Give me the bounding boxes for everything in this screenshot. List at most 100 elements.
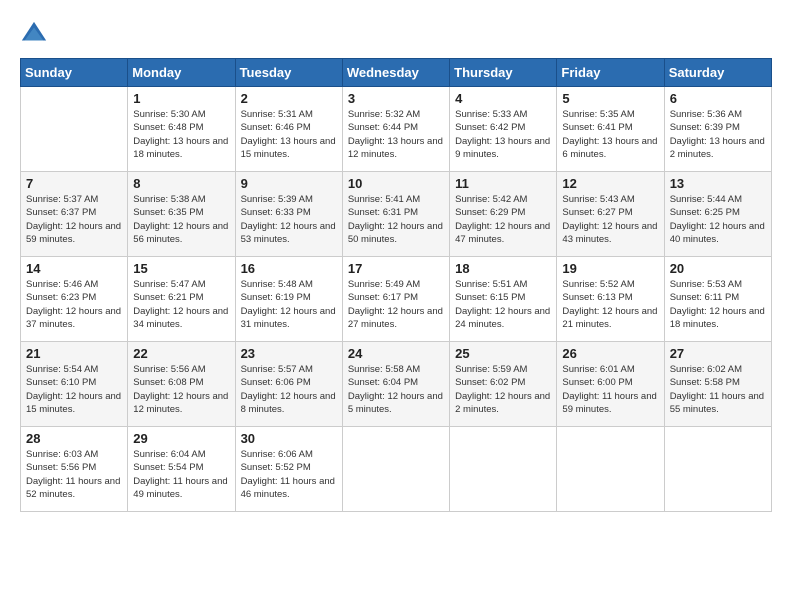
calendar-header-row: SundayMondayTuesdayWednesdayThursdayFrid… — [21, 59, 772, 87]
calendar-cell: 16Sunrise: 5:48 AMSunset: 6:19 PMDayligh… — [235, 257, 342, 342]
calendar-header-tuesday: Tuesday — [235, 59, 342, 87]
calendar-cell: 27 Sunrise: 6:02 AMSunset: 5:58 PMDayligh… — [664, 342, 771, 427]
day-number: 10 — [348, 176, 444, 191]
calendar-cell: 29 Sunrise: 6:04 AMSunset: 5:54 PMDayligh… — [128, 427, 235, 512]
day-number: 22 — [133, 346, 229, 361]
day-info: Sunrise: 5:47 AMSunset: 6:21 PMDaylight:… — [133, 278, 229, 331]
calendar-cell: 14Sunrise: 5:46 AMSunset: 6:23 PMDayligh… — [21, 257, 128, 342]
calendar-header-saturday: Saturday — [664, 59, 771, 87]
calendar-cell — [450, 427, 557, 512]
day-info: Sunrise: 5:31 AMSunset: 6:46 PMDaylight:… — [241, 108, 337, 161]
day-info: Sunrise: 5:49 AMSunset: 6:17 PMDaylight:… — [348, 278, 444, 331]
calendar-cell: 7 Sunrise: 5:37 AMSunset: 6:37 PMDaylight… — [21, 172, 128, 257]
calendar-cell: 15 Sunrise: 5:47 AMSunset: 6:21 PMDayligh… — [128, 257, 235, 342]
day-number: 2 — [241, 91, 337, 106]
calendar-cell: 8 Sunrise: 5:38 AMSunset: 6:35 PMDaylight… — [128, 172, 235, 257]
day-info: Sunrise: 5:59 AMSunset: 6:02 PMDaylight:… — [455, 363, 551, 416]
day-info: Sunrise: 5:43 AMSunset: 6:27 PMDaylight:… — [562, 193, 658, 246]
day-number: 29 — [133, 431, 229, 446]
calendar-header-monday: Monday — [128, 59, 235, 87]
calendar-cell — [557, 427, 664, 512]
day-number: 6 — [670, 91, 766, 106]
day-info: Sunrise: 5:41 AMSunset: 6:31 PMDaylight:… — [348, 193, 444, 246]
day-info: Sunrise: 5:30 AMSunset: 6:48 PMDaylight:… — [133, 108, 229, 161]
day-number: 28 — [26, 431, 122, 446]
calendar-week-row: 14Sunrise: 5:46 AMSunset: 6:23 PMDayligh… — [21, 257, 772, 342]
calendar-cell: 12Sunrise: 5:43 AMSunset: 6:27 PMDayligh… — [557, 172, 664, 257]
calendar-table: SundayMondayTuesdayWednesdayThursdayFrid… — [20, 58, 772, 512]
calendar-cell: 2 Sunrise: 5:31 AMSunset: 6:46 PMDaylight… — [235, 87, 342, 172]
calendar-week-row: 28 Sunrise: 6:03 AMSunset: 5:56 PMDayligh… — [21, 427, 772, 512]
day-number: 15 — [133, 261, 229, 276]
day-number: 14 — [26, 261, 122, 276]
calendar-cell: 20 Sunrise: 5:53 AMSunset: 6:11 PMDayligh… — [664, 257, 771, 342]
day-number: 21 — [26, 346, 122, 361]
calendar-cell: 22 Sunrise: 5:56 AMSunset: 6:08 PMDayligh… — [128, 342, 235, 427]
day-info: Sunrise: 5:38 AMSunset: 6:35 PMDaylight:… — [133, 193, 229, 246]
calendar-cell: 25 Sunrise: 5:59 AMSunset: 6:02 PMDayligh… — [450, 342, 557, 427]
day-number: 17 — [348, 261, 444, 276]
calendar-cell: 6 Sunrise: 5:36 AMSunset: 6:39 PMDaylight… — [664, 87, 771, 172]
day-number: 30 — [241, 431, 337, 446]
calendar-cell: 19 Sunrise: 5:52 AMSunset: 6:13 PMDayligh… — [557, 257, 664, 342]
day-number: 5 — [562, 91, 658, 106]
day-info: Sunrise: 5:44 AMSunset: 6:25 PMDaylight:… — [670, 193, 766, 246]
calendar-header-wednesday: Wednesday — [342, 59, 449, 87]
day-number: 8 — [133, 176, 229, 191]
calendar-cell: 13 Sunrise: 5:44 AMSunset: 6:25 PMDayligh… — [664, 172, 771, 257]
day-info: Sunrise: 5:56 AMSunset: 6:08 PMDaylight:… — [133, 363, 229, 416]
day-info: Sunrise: 5:42 AMSunset: 6:29 PMDaylight:… — [455, 193, 551, 246]
day-number: 25 — [455, 346, 551, 361]
day-number: 27 — [670, 346, 766, 361]
calendar-cell: 18 Sunrise: 5:51 AMSunset: 6:15 PMDayligh… — [450, 257, 557, 342]
day-info: Sunrise: 5:37 AMSunset: 6:37 PMDaylight:… — [26, 193, 122, 246]
day-number: 11 — [455, 176, 551, 191]
calendar-cell: 30 Sunrise: 6:06 AMSunset: 5:52 PMDayligh… — [235, 427, 342, 512]
calendar-cell — [342, 427, 449, 512]
day-info: Sunrise: 6:06 AMSunset: 5:52 PMDaylight:… — [241, 448, 337, 501]
calendar-week-row: 21Sunrise: 5:54 AMSunset: 6:10 PMDayligh… — [21, 342, 772, 427]
day-number: 24 — [348, 346, 444, 361]
day-info: Sunrise: 5:52 AMSunset: 6:13 PMDaylight:… — [562, 278, 658, 331]
day-info: Sunrise: 5:33 AMSunset: 6:42 PMDaylight:… — [455, 108, 551, 161]
day-number: 7 — [26, 176, 122, 191]
calendar-header-friday: Friday — [557, 59, 664, 87]
page-header — [20, 20, 772, 48]
day-info: Sunrise: 5:36 AMSunset: 6:39 PMDaylight:… — [670, 108, 766, 161]
calendar-cell: 9Sunrise: 5:39 AMSunset: 6:33 PMDaylight… — [235, 172, 342, 257]
calendar-week-row: 7 Sunrise: 5:37 AMSunset: 6:37 PMDaylight… — [21, 172, 772, 257]
day-info: Sunrise: 6:01 AMSunset: 6:00 PMDaylight:… — [562, 363, 658, 416]
day-number: 1 — [133, 91, 229, 106]
calendar-cell — [21, 87, 128, 172]
calendar-cell: 28 Sunrise: 6:03 AMSunset: 5:56 PMDayligh… — [21, 427, 128, 512]
day-info: Sunrise: 6:03 AMSunset: 5:56 PMDaylight:… — [26, 448, 122, 501]
day-info: Sunrise: 6:02 AMSunset: 5:58 PMDaylight:… — [670, 363, 766, 416]
day-info: Sunrise: 5:51 AMSunset: 6:15 PMDaylight:… — [455, 278, 551, 331]
calendar-cell: 1 Sunrise: 5:30 AMSunset: 6:48 PMDaylight… — [128, 87, 235, 172]
day-info: Sunrise: 6:04 AMSunset: 5:54 PMDaylight:… — [133, 448, 229, 501]
day-number: 4 — [455, 91, 551, 106]
calendar-header-thursday: Thursday — [450, 59, 557, 87]
calendar-cell: 24 Sunrise: 5:58 AMSunset: 6:04 PMDayligh… — [342, 342, 449, 427]
day-number: 20 — [670, 261, 766, 276]
calendar-week-row: 1 Sunrise: 5:30 AMSunset: 6:48 PMDaylight… — [21, 87, 772, 172]
day-info: Sunrise: 5:58 AMSunset: 6:04 PMDaylight:… — [348, 363, 444, 416]
day-info: Sunrise: 5:48 AMSunset: 6:19 PMDaylight:… — [241, 278, 337, 331]
logo — [20, 20, 52, 48]
day-number: 19 — [562, 261, 658, 276]
day-info: Sunrise: 5:32 AMSunset: 6:44 PMDaylight:… — [348, 108, 444, 161]
day-number: 3 — [348, 91, 444, 106]
calendar-cell: 5 Sunrise: 5:35 AMSunset: 6:41 PMDaylight… — [557, 87, 664, 172]
calendar-cell — [664, 427, 771, 512]
day-number: 18 — [455, 261, 551, 276]
day-number: 13 — [670, 176, 766, 191]
calendar-cell: 11 Sunrise: 5:42 AMSunset: 6:29 PMDayligh… — [450, 172, 557, 257]
day-info: Sunrise: 5:53 AMSunset: 6:11 PMDaylight:… — [670, 278, 766, 331]
calendar-header-sunday: Sunday — [21, 59, 128, 87]
calendar-cell: 26Sunrise: 6:01 AMSunset: 6:00 PMDayligh… — [557, 342, 664, 427]
calendar-cell: 21Sunrise: 5:54 AMSunset: 6:10 PMDayligh… — [21, 342, 128, 427]
calendar-cell: 23Sunrise: 5:57 AMSunset: 6:06 PMDayligh… — [235, 342, 342, 427]
calendar-cell: 4 Sunrise: 5:33 AMSunset: 6:42 PMDaylight… — [450, 87, 557, 172]
logo-icon — [20, 20, 48, 48]
day-info: Sunrise: 5:35 AMSunset: 6:41 PMDaylight:… — [562, 108, 658, 161]
